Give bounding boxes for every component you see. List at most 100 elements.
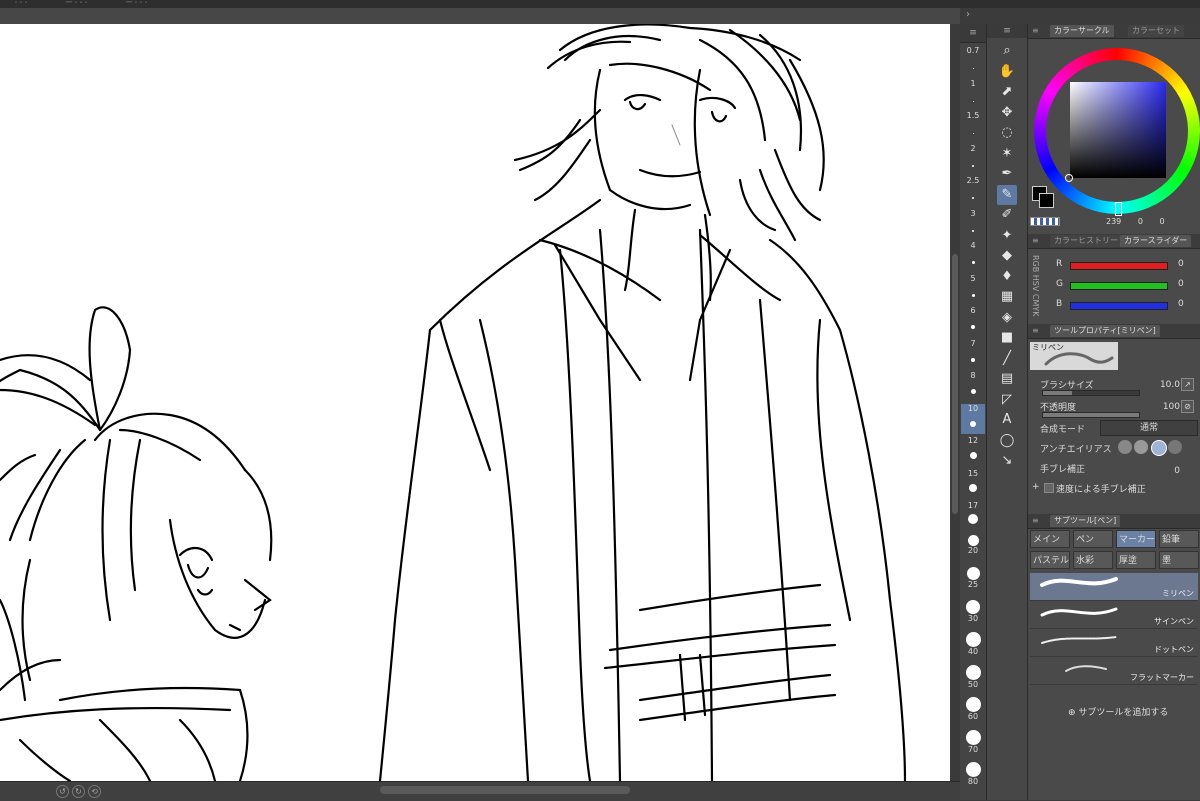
brush-size-6[interactable]: 6 <box>961 306 985 336</box>
color-slider-b[interactable]: B0 <box>1030 296 1200 314</box>
expand-plus-icon[interactable]: + <box>1032 482 1040 492</box>
brush-size-1[interactable]: 1 <box>961 79 985 109</box>
brush-size-8[interactable]: 8 <box>961 371 985 401</box>
speed-stabilization-row[interactable]: + 速度による手ブレ補正 <box>1030 480 1198 500</box>
object-tool[interactable]: ⬈ <box>997 82 1017 102</box>
subtool-item[interactable]: ドットペン <box>1030 629 1198 657</box>
fill-tool[interactable]: ▦ <box>997 287 1017 307</box>
blend-tool[interactable]: ♦ <box>997 267 1017 287</box>
saturation-value-square[interactable] <box>1070 82 1166 178</box>
channel-value[interactable]: 0 <box>1178 279 1184 289</box>
brush-size-80[interactable]: 80 <box>961 761 985 791</box>
scrollbar-thumb[interactable] <box>952 254 958 514</box>
subtool-tab[interactable]: 水彩 <box>1073 551 1113 569</box>
brush-size-3[interactable]: 3 <box>961 209 985 239</box>
brush-size-50[interactable]: 50 <box>961 664 985 694</box>
subtool-item[interactable]: フラットマーカー <box>1030 657 1198 685</box>
brush-size-0-7[interactable]: 0.7 <box>961 46 985 76</box>
subtool-item[interactable]: ミリペン <box>1030 573 1198 601</box>
channel-slider-bar[interactable] <box>1070 282 1168 290</box>
color-slider-r[interactable]: R0 <box>1030 256 1200 274</box>
reset-rotation-icon[interactable]: ⟲ <box>88 785 101 798</box>
brush-size-17[interactable]: 17 <box>961 501 985 531</box>
lasso-tool[interactable]: ◌ <box>997 123 1017 143</box>
sub-color-swatch[interactable] <box>1039 193 1054 208</box>
brush-size-5[interactable]: 5 <box>961 274 985 304</box>
brush-size-10[interactable]: 10 <box>961 403 985 434</box>
eyedropper-tool[interactable]: ✒ <box>997 164 1017 184</box>
hue-marker[interactable] <box>1115 202 1122 216</box>
brush-size-20[interactable]: 20 <box>961 534 985 564</box>
brush-size-70[interactable]: 70 <box>961 729 985 759</box>
brush-size-2-5[interactable]: 2.5 <box>961 176 985 206</box>
tab-color-history[interactable]: カラーヒストリー <box>1050 235 1122 247</box>
brush-size-30[interactable]: 30 <box>961 599 985 629</box>
sv-cursor[interactable] <box>1065 174 1073 182</box>
pressure-icon[interactable]: ↗ <box>1181 378 1194 391</box>
canvas-horizontal-scrollbar[interactable] <box>380 786 630 794</box>
brush-size-60[interactable]: 60 <box>961 696 985 726</box>
channel-value[interactable]: 0 <box>1178 259 1184 269</box>
figure-tool[interactable]: ■ <box>997 328 1017 348</box>
antialias-weak-icon[interactable] <box>1134 440 1148 454</box>
brush-size-2[interactable]: 2 <box>961 144 985 174</box>
subtool-tab[interactable]: マーカー <box>1116 530 1156 548</box>
drawing-canvas[interactable] <box>0 24 950 781</box>
color-slider-g[interactable]: G0 <box>1030 276 1200 294</box>
auto-select-tool[interactable]: ✶ <box>997 144 1017 164</box>
brush-size-4[interactable]: 4 <box>961 241 985 271</box>
brush-size-row[interactable]: ブラシサイズ 10.0 ↗ <box>1030 376 1198 396</box>
text-tool[interactable]: A <box>997 410 1017 430</box>
blend-mode-row[interactable]: 合成モード 通常 <box>1030 420 1198 440</box>
channel-value[interactable]: 0 <box>1178 299 1184 309</box>
subtool-tab[interactable]: ペン <box>1073 530 1113 548</box>
frame-tool[interactable]: ▤ <box>997 369 1017 389</box>
tab-color-slider[interactable]: カラースライダー <box>1120 235 1192 247</box>
brush-size-value[interactable]: 10.0 <box>1160 380 1180 390</box>
transparent-color-swatch[interactable] <box>1030 217 1060 226</box>
antialias-row[interactable]: アンチエイリアス <box>1030 440 1198 460</box>
antialias-medium-icon[interactable] <box>1151 440 1167 456</box>
rotate-right-icon[interactable]: ↻ <box>72 785 85 798</box>
zoom-tool[interactable]: ⌕ <box>997 41 1017 61</box>
pen-tool[interactable]: ✎ <box>997 184 1017 205</box>
antialias-none-icon[interactable] <box>1118 440 1132 454</box>
pencil-tool[interactable]: ✐ <box>997 205 1017 225</box>
brush-size-40[interactable]: 40 <box>961 631 985 661</box>
line-tool[interactable]: ╱ <box>997 349 1017 369</box>
main-sub-color-swatch[interactable] <box>1032 186 1054 208</box>
tab-color-circle[interactable]: カラーサークル <box>1050 25 1114 37</box>
brush-size-1-5[interactable]: 1.5 <box>961 111 985 141</box>
hand-tool[interactable]: ✋ <box>997 62 1017 82</box>
subtool-tab[interactable]: 墨 <box>1159 551 1199 569</box>
channel-slider-bar[interactable] <box>1070 262 1168 270</box>
gradient-tool[interactable]: ◈ <box>997 308 1017 328</box>
speed-stabilization-checkbox[interactable] <box>1044 483 1054 493</box>
stabilization-value[interactable]: 0 <box>1174 466 1180 476</box>
balloon-tool[interactable]: ◯ <box>997 431 1017 451</box>
rotate-left-icon[interactable]: ↺ <box>56 785 69 798</box>
panel-collapse-icon[interactable]: › <box>966 9 970 20</box>
subtool-tab[interactable]: 厚塗 <box>1116 551 1156 569</box>
subtool-tab[interactable]: 鉛筆 <box>1159 530 1199 548</box>
move-tool[interactable]: ✥ <box>997 103 1017 123</box>
canvas-vertical-scrollbar[interactable] <box>950 24 960 781</box>
eraser-tool[interactable]: ◆ <box>997 246 1017 266</box>
opacity-value[interactable]: 100 <box>1163 402 1180 412</box>
correct-line-tool[interactable]: ↘ <box>997 451 1017 471</box>
add-subtool-button[interactable]: ⊕ サブツールを追加する <box>1068 705 1168 718</box>
subtool-tab[interactable]: パステル <box>1030 551 1070 569</box>
brush-size-slider[interactable] <box>1042 390 1140 396</box>
airbrush-tool[interactable]: ✦ <box>997 226 1017 246</box>
brush-size-25[interactable]: 25 <box>961 566 985 596</box>
brush-size-15[interactable]: 15 <box>961 469 985 499</box>
stabilization-row[interactable]: 手ブレ補正 0 <box>1030 460 1198 480</box>
opacity-row[interactable]: 不透明度 100 ⊘ <box>1030 398 1198 418</box>
blend-mode-select[interactable]: 通常 <box>1100 420 1198 436</box>
antialias-strong-icon[interactable] <box>1168 440 1182 454</box>
brush-size-7[interactable]: 7 <box>961 339 985 369</box>
opacity-pressure-icon[interactable]: ⊘ <box>1181 400 1194 413</box>
ruler-tool[interactable]: ◸ <box>997 390 1017 410</box>
subtool-tab[interactable]: メイン <box>1030 530 1070 548</box>
subtool-item[interactable]: サインペン <box>1030 601 1198 629</box>
